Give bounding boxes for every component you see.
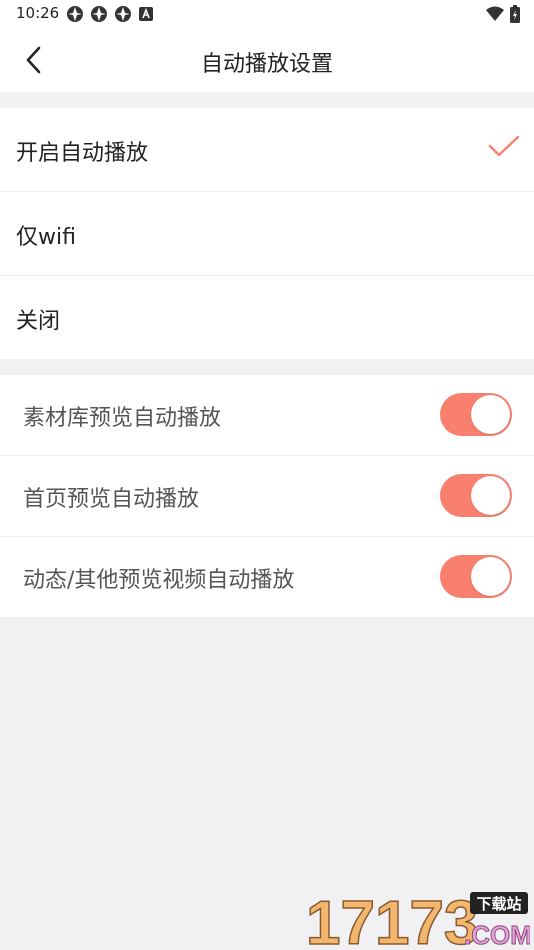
setting-label: 首页预览自动播放 bbox=[23, 487, 200, 512]
page-title: 自动播放设置 bbox=[200, 52, 333, 77]
aperture-icon bbox=[115, 6, 131, 22]
status-time: 10:26 bbox=[16, 4, 60, 22]
option-label: 开启自动播放 bbox=[16, 141, 149, 166]
material-library-toggle[interactable] bbox=[440, 393, 512, 436]
battery-icon bbox=[510, 5, 520, 23]
setting-row-homepage: 首页预览自动播放 bbox=[0, 456, 534, 537]
toggle-knob bbox=[471, 395, 510, 434]
watermark-main-text: 17173 bbox=[306, 889, 478, 948]
option-autoplay-on[interactable]: 开启自动播放 bbox=[0, 108, 534, 192]
a-box-icon bbox=[139, 7, 153, 21]
watermark-logo: 17173 下载站 .COM bbox=[305, 888, 530, 948]
notification-icons bbox=[66, 5, 154, 23]
autoplay-options-list: 开启自动播放 仅wifi 关闭 bbox=[0, 108, 534, 359]
status-bar: 10:26 bbox=[0, 0, 534, 28]
aperture-icon bbox=[67, 6, 83, 22]
watermark-badge-text: 下载站 bbox=[476, 895, 521, 913]
setting-label: 素材库预览自动播放 bbox=[23, 406, 222, 431]
option-off[interactable]: 关闭 bbox=[0, 276, 534, 359]
toggle-knob bbox=[471, 476, 510, 515]
header: 自动播放设置 bbox=[0, 28, 534, 92]
feed-video-toggle[interactable] bbox=[440, 555, 512, 598]
option-wifi-only[interactable]: 仅wifi bbox=[0, 192, 534, 276]
setting-row-material-library: 素材库预览自动播放 bbox=[0, 375, 534, 456]
homepage-toggle[interactable] bbox=[440, 474, 512, 517]
toggle-knob bbox=[471, 557, 510, 596]
status-right-icons bbox=[486, 5, 520, 23]
checkmark-icon bbox=[488, 135, 520, 157]
watermark-com-text: .COM bbox=[464, 920, 530, 948]
wifi-icon bbox=[486, 6, 504, 21]
aperture-icon bbox=[91, 6, 107, 22]
setting-label: 动态/其他预览视频自动播放 bbox=[23, 568, 295, 593]
option-label: 仅wifi bbox=[16, 225, 76, 250]
option-label: 关闭 bbox=[16, 309, 61, 334]
preview-settings-list: 素材库预览自动播放 首页预览自动播放 动态/其他预览视频自动播放 bbox=[0, 375, 534, 617]
setting-row-feed-video: 动态/其他预览视频自动播放 bbox=[0, 537, 534, 617]
